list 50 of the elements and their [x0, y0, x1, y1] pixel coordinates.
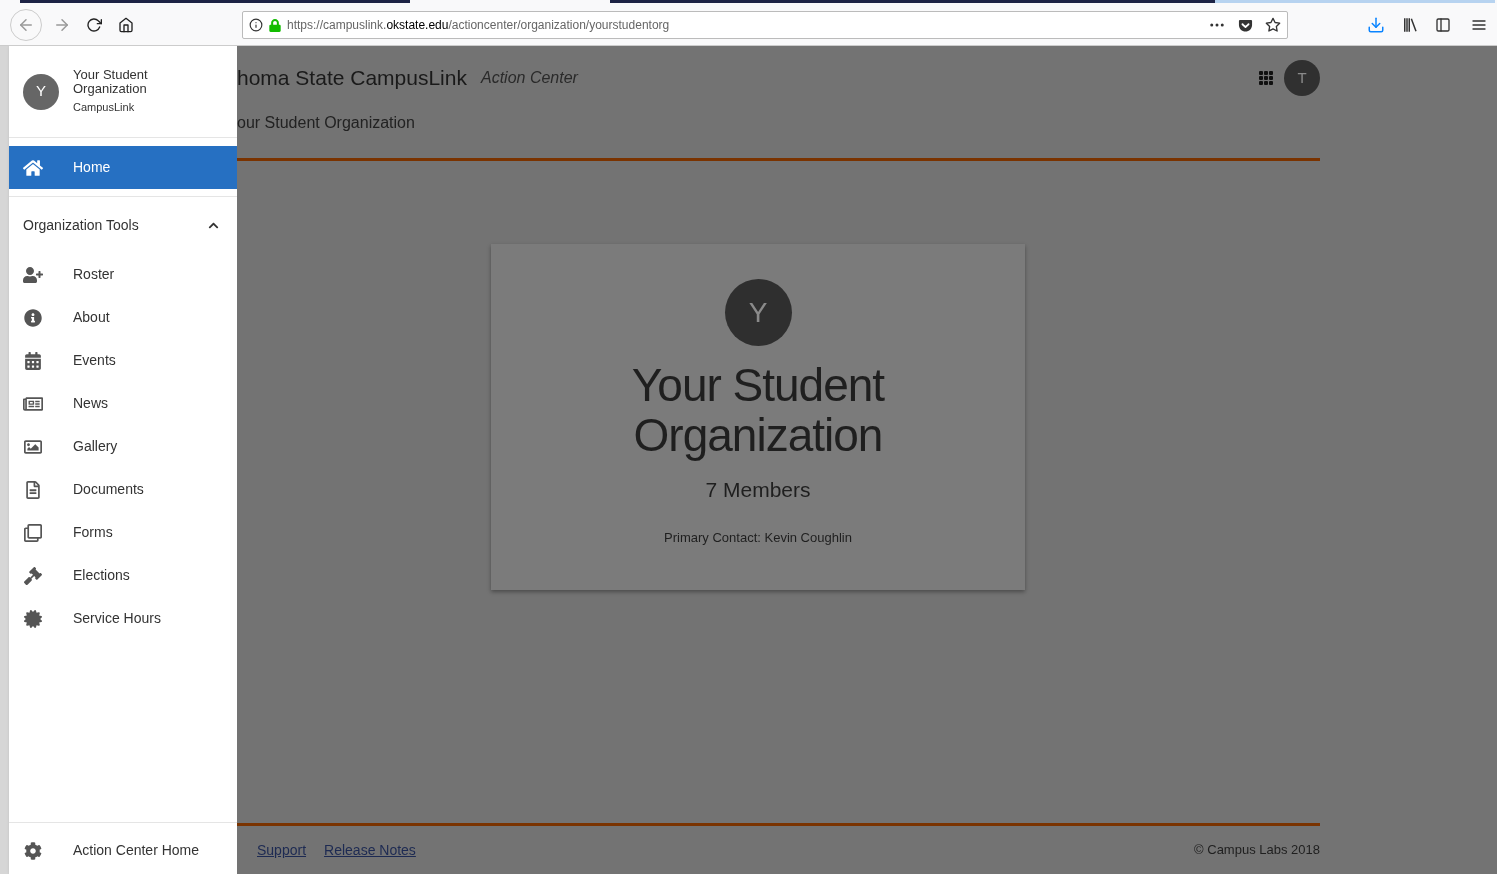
- sidebar-icon[interactable]: [1435, 17, 1451, 33]
- address-bar[interactable]: https://campuslink.okstate.edu/actioncenter/organization/yourstudentorg: [242, 11, 1288, 39]
- menu-icon[interactable]: [1471, 17, 1487, 33]
- star-icon[interactable]: [1265, 17, 1281, 33]
- user-avatar[interactable]: T: [1284, 60, 1320, 96]
- pocket-icon[interactable]: [1238, 17, 1253, 33]
- url-text: https://campuslink.okstate.edu/actioncenter/organization/yourstudentorg: [287, 17, 670, 34]
- house-icon: [118, 17, 134, 33]
- arrow-left-icon: [17, 16, 35, 34]
- settings-icon: [23, 841, 43, 860]
- member-count: 7 Members: [705, 477, 811, 503]
- nav-item[interactable]: Gallery: [9, 425, 237, 468]
- download-icon[interactable]: [1367, 16, 1385, 34]
- copyright: © Campus Labs 2018: [1194, 841, 1320, 860]
- breadcrumb: our Student Organization: [237, 113, 416, 133]
- nav-item[interactable]: Home: [9, 146, 237, 189]
- house-icon: [23, 158, 43, 177]
- lock-icon: [269, 18, 281, 32]
- site-title: homa State CampusLink: [237, 65, 467, 92]
- nav-item[interactable]: News: [9, 382, 237, 425]
- nav-item[interactable]: Elections: [9, 554, 237, 597]
- org-subtitle: CampusLink: [73, 99, 136, 115]
- nav-item[interactable]: Events: [9, 339, 237, 382]
- org-avatar: Y: [724, 279, 792, 346]
- calendar-icon: [23, 351, 43, 370]
- newspaper-icon: [23, 394, 43, 413]
- nav-item[interactable]: Service Hours: [9, 597, 237, 640]
- apps-grid-icon[interactable]: [1258, 70, 1274, 86]
- org-name: Your Student Organization: [73, 67, 149, 96]
- nav-item[interactable]: Forms: [9, 511, 237, 554]
- arrow-right-icon: [53, 16, 71, 34]
- info-icon: [23, 308, 43, 327]
- nav-item[interactable]: About: [9, 296, 237, 339]
- nav-item[interactable]: Roster: [9, 253, 237, 296]
- library-icon[interactable]: [1401, 16, 1419, 34]
- primary-contact: Primary Contact: Kevin Coughlin: [664, 528, 852, 547]
- badge-icon: [23, 609, 43, 628]
- image-icon: [23, 437, 43, 456]
- nav-item[interactable]: Action Center Home: [9, 829, 237, 872]
- org-avatar: Y: [23, 73, 59, 110]
- gavel-icon: [23, 566, 43, 585]
- reload-icon: [86, 17, 102, 33]
- site-subtitle: Action Center: [480, 68, 578, 88]
- document-icon: [23, 480, 43, 499]
- section-header[interactable]: Organization Tools: [9, 197, 237, 253]
- info-icon: [249, 18, 263, 32]
- add-user-icon: [23, 265, 43, 284]
- copy-icon: [23, 523, 43, 542]
- nav-item[interactable]: Documents: [9, 468, 237, 511]
- org-title: Your Student Organization: [630, 360, 886, 460]
